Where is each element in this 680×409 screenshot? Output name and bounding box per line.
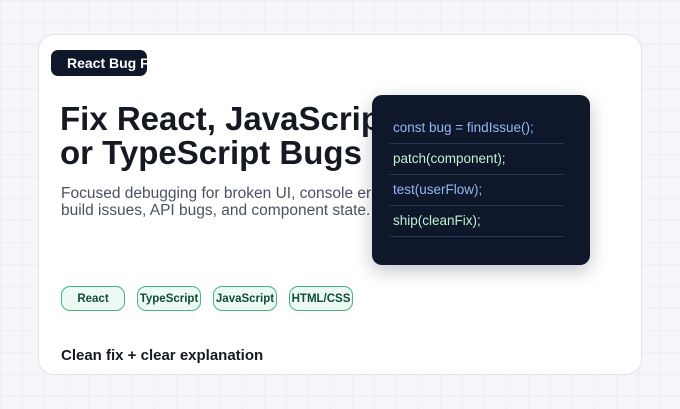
category-badge: React Bug Fix <box>51 50 147 76</box>
code-line: const bug = findIssue(); <box>389 113 564 144</box>
chip-javascript: JavaScript <box>213 286 277 311</box>
title-line-2: or TypeScript Bugs <box>60 134 362 171</box>
title-line-1: Fix React, JavaScript <box>60 100 392 137</box>
code-snippet-panel: const bug = findIssue(); patch(component… <box>372 95 590 265</box>
chip-react: React <box>61 286 125 311</box>
description-line-1: Focused debugging for broken UI, console… <box>61 185 403 202</box>
tech-chip-list: React TypeScript JavaScript HTML/CSS <box>61 286 353 311</box>
description: Focused debugging for broken UI, console… <box>61 185 402 219</box>
code-line: test(userFlow); <box>389 175 564 206</box>
code-line: ship(cleanFix); <box>389 206 564 237</box>
description-line-2: build issues, API bugs, and component st… <box>61 202 371 219</box>
chip-typescript: TypeScript <box>137 286 201 311</box>
code-line: patch(component); <box>389 144 564 175</box>
tagline: Clean fix + clear explanation <box>61 347 264 364</box>
chip-html-css: HTML/CSS <box>289 286 353 311</box>
page-title: Fix React, JavaScript or TypeScript Bugs <box>60 102 392 170</box>
